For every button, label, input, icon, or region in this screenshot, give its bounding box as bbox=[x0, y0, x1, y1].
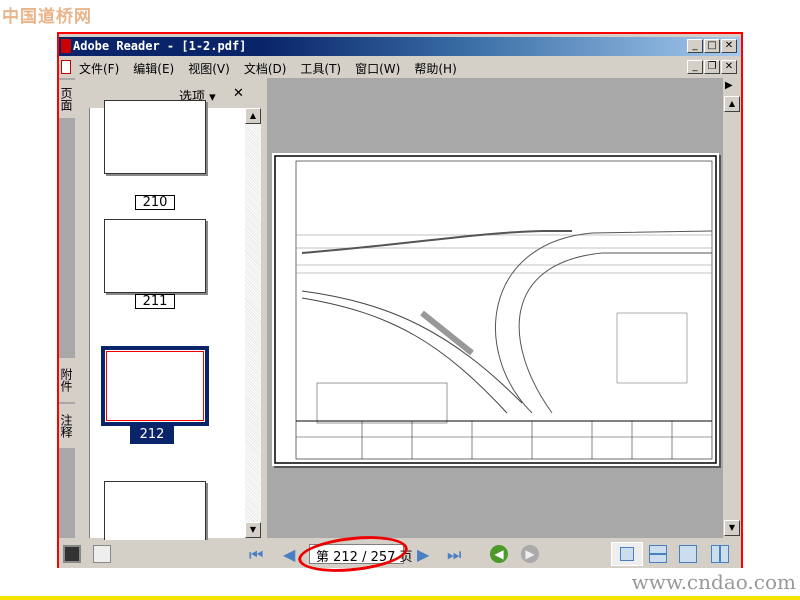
watermark-url: www.cndao.com bbox=[631, 570, 796, 594]
document-view bbox=[267, 78, 723, 538]
navigation-tabs: 页面 附件 注释 bbox=[59, 78, 76, 538]
pages-panel: 选项 ▾ ✕ 210 211 212 ▲ ▼ bbox=[75, 78, 263, 555]
close-panel-icon[interactable]: ✕ bbox=[233, 86, 244, 101]
engineering-drawing bbox=[274, 155, 717, 464]
document-scrollbar[interactable]: ▶ ▲ ▼ bbox=[723, 78, 741, 538]
menu-help[interactable]: 帮助(H) bbox=[414, 60, 456, 77]
close-button[interactable]: ✕ bbox=[721, 39, 737, 53]
menu-file[interactable]: 文件(F) bbox=[79, 60, 119, 77]
thumbnail-label: 211 bbox=[135, 294, 175, 309]
menu-bar: 文件(F) 编辑(E) 视图(V) 文档(D) 工具(T) 窗口(W) 帮助(H) _ ❐ … bbox=[59, 57, 741, 77]
title-bar: Adobe Reader - [1-2.pdf] _ □ ✕ bbox=[59, 37, 741, 56]
doc-scroll-down-button[interactable]: ▼ bbox=[724, 520, 740, 536]
highlight-annotation-ellipse bbox=[296, 531, 410, 577]
doc-scroll-up-button[interactable]: ▲ bbox=[724, 96, 740, 112]
thumbnail-page[interactable] bbox=[104, 219, 206, 293]
menu-edit[interactable]: 编辑(E) bbox=[133, 60, 174, 77]
continuous-facing-view-button[interactable] bbox=[679, 545, 697, 563]
scroll-down-button[interactable]: ▼ bbox=[245, 522, 261, 538]
go-forward-icon[interactable]: ▶ bbox=[521, 545, 539, 563]
thumbnail-label-selected: 212 bbox=[130, 426, 174, 444]
thumbnail-label: 210 bbox=[135, 195, 175, 210]
scroll-up-button[interactable]: ▲ bbox=[245, 108, 261, 124]
single-page-view-button[interactable] bbox=[611, 542, 643, 566]
facing-view-button[interactable] bbox=[711, 545, 729, 563]
expand-pane-icon[interactable]: ▶ bbox=[725, 80, 733, 91]
doc-restore-button[interactable]: ❐ bbox=[704, 60, 720, 74]
tab-pages[interactable]: 页面 bbox=[59, 80, 75, 118]
thumbnail-scrollbar[interactable]: ▲ ▼ bbox=[245, 108, 261, 538]
last-page-icon[interactable]: ⏭ bbox=[447, 545, 465, 564]
menu-window[interactable]: 窗口(W) bbox=[355, 60, 400, 77]
watermark-logo: 中国道桥网 bbox=[2, 7, 92, 27]
go-back-icon[interactable]: ◀ bbox=[490, 545, 508, 563]
maximize-button[interactable]: □ bbox=[704, 39, 720, 53]
menu-document[interactable]: 文档(D) bbox=[244, 60, 287, 77]
next-page-icon[interactable]: ▶ bbox=[417, 545, 435, 564]
thumbnail-page-selected[interactable] bbox=[101, 346, 209, 426]
minimize-button[interactable]: _ bbox=[687, 39, 703, 53]
status-toolbar: ⏮ ◀ 第 212 / 257 页 ▶ ⏭ ◀ ▶ bbox=[59, 531, 741, 577]
adobe-logo-icon bbox=[61, 39, 71, 53]
toggle-nav-pane-icon[interactable] bbox=[63, 545, 81, 563]
reader-window: Adobe Reader - [1-2.pdf] _ □ ✕ 文件(F) 编辑(E… bbox=[57, 32, 743, 577]
pdf-page-drawing bbox=[272, 153, 719, 466]
toggle-options-icon[interactable] bbox=[93, 545, 111, 563]
bottom-divider bbox=[0, 596, 800, 600]
thumbnail-page[interactable] bbox=[104, 100, 206, 174]
menu-tools[interactable]: 工具(T) bbox=[300, 60, 341, 77]
menu-view[interactable]: 视图(V) bbox=[188, 60, 230, 77]
doc-close-button[interactable]: ✕ bbox=[721, 60, 737, 74]
tab-comments[interactable]: 注释 bbox=[59, 404, 75, 448]
thumbnail-list: 210 211 212 bbox=[89, 100, 247, 555]
window-title: Adobe Reader - [1-2.pdf] bbox=[73, 39, 247, 53]
first-page-icon[interactable]: ⏮ bbox=[249, 545, 267, 564]
document-icon bbox=[61, 60, 71, 74]
doc-minimize-button[interactable]: _ bbox=[687, 60, 703, 74]
continuous-view-button[interactable] bbox=[649, 545, 667, 563]
tab-attachments[interactable]: 附件 bbox=[59, 358, 75, 402]
